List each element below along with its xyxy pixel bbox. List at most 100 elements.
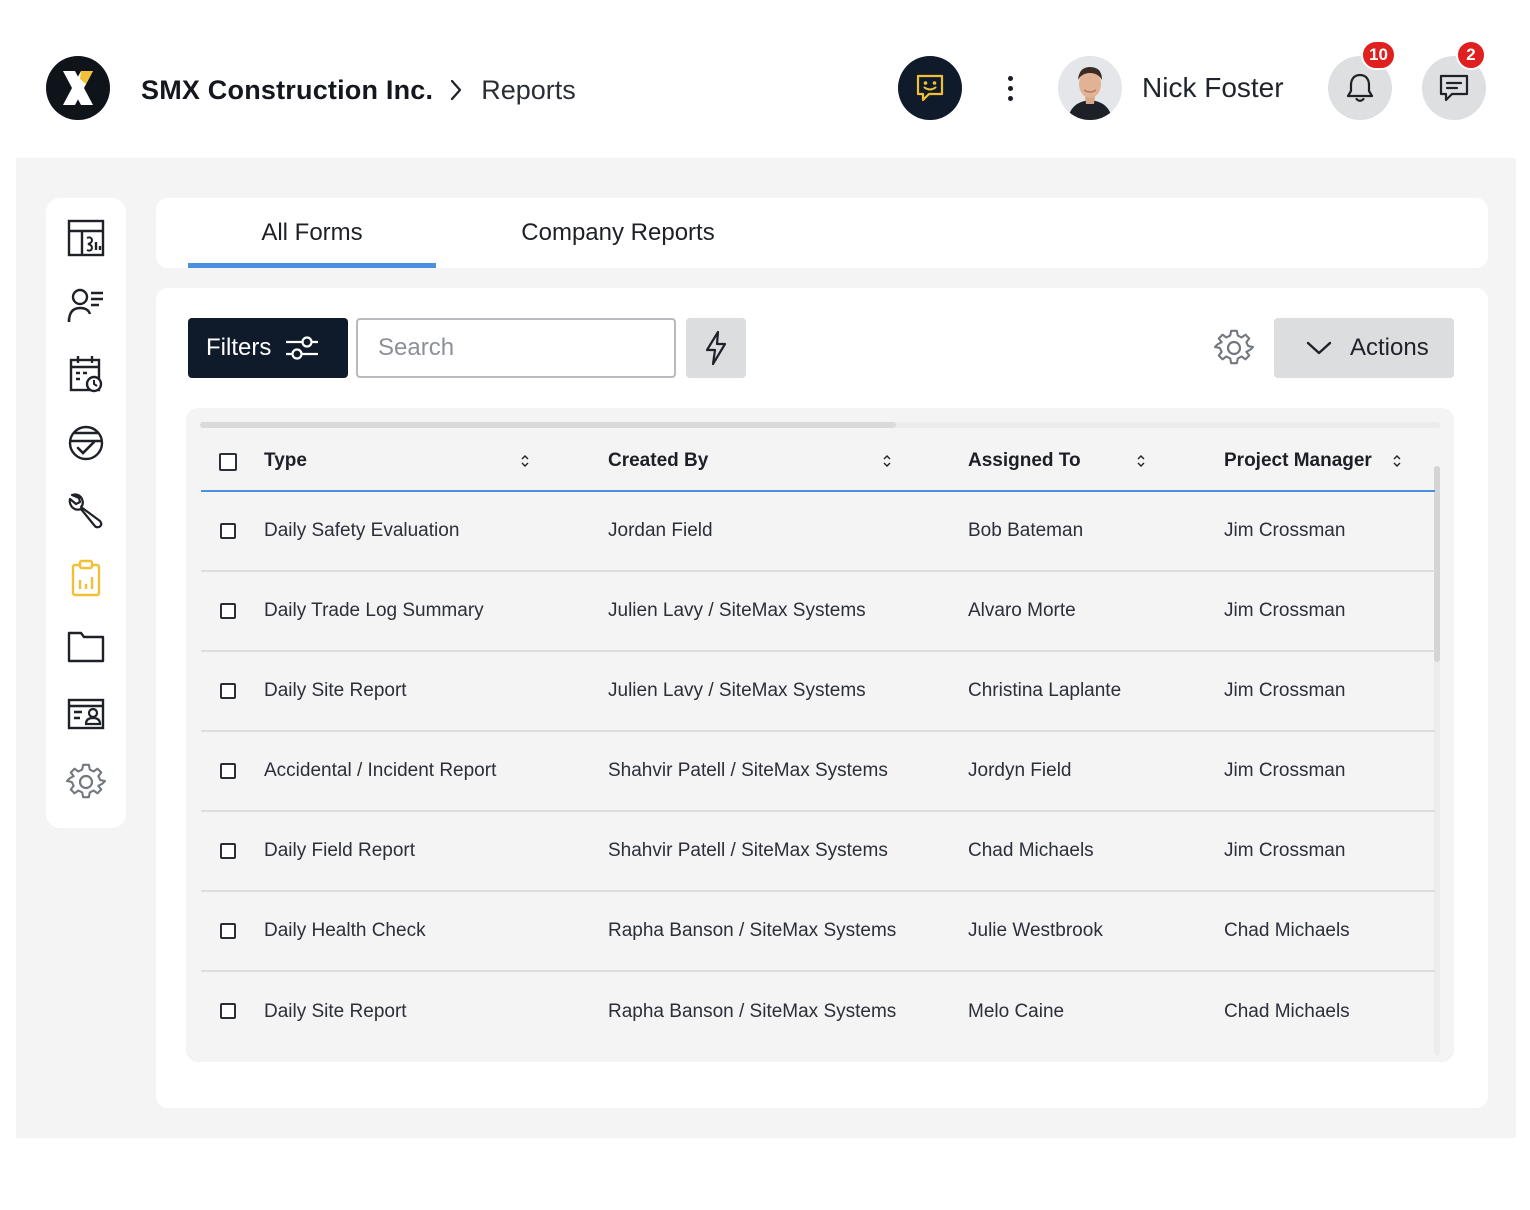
breadcrumb-current-page: Reports [481,74,576,105]
cell-assigned-to: Julie Westbrook [968,920,1103,941]
table-settings-button[interactable] [1212,326,1256,370]
sidebar-item-reports[interactable] [64,556,108,600]
app-logo[interactable] [46,56,110,120]
cell-created-by: Julien Lavy / SiteMax Systems [608,680,866,701]
cell-assigned-to: Alvaro Morte [968,600,1076,621]
tabs-bar: All Forms Company Reports [156,198,1488,268]
quick-actions-button[interactable] [686,318,746,378]
assistant-chat-button[interactable] [898,56,962,120]
settings-gear-icon [66,763,106,799]
cell-type: Daily Site Report [264,1001,407,1022]
logo-x-icon [63,71,93,105]
contacts-icon [67,288,103,323]
search-input[interactable] [356,318,676,378]
cell-project-manager: Jim Crossman [1224,680,1346,701]
cell-assigned-to: Melo Caine [968,1001,1065,1022]
row-checkbox[interactable] [220,763,236,779]
column-header-assigned-to[interactable]: Assigned To [968,432,1081,490]
table-row[interactable]: Daily Site Report Julien Lavy / SiteMax … [201,652,1435,732]
sidebar-item-settings[interactable] [64,760,108,804]
column-header-type[interactable]: Type [264,432,307,490]
table-header: Type Created By Assigned To Project Mana… [201,432,1435,492]
cell-created-by: Julien Lavy / SiteMax Systems [608,600,866,621]
sidebar-item-tools[interactable] [64,488,108,532]
inspection-icon [68,425,104,461]
cell-project-manager: Jim Crossman [1224,520,1346,541]
sidebar-item-personnel[interactable] [64,692,108,736]
row-checkbox[interactable] [220,603,236,619]
breadcrumb-company[interactable]: SMX Construction Inc. [141,75,433,106]
column-header-created-by[interactable]: Created By [608,432,708,490]
tab-label: All Forms [261,219,363,246]
user-name[interactable]: Nick Foster [1142,72,1284,104]
table-row[interactable]: Daily Trade Log Summary Julien Lavy / Si… [201,572,1435,652]
cell-project-manager: Chad Michaels [1224,1001,1350,1022]
actions-dropdown[interactable]: Actions [1274,318,1454,378]
user-avatar-image [1058,56,1122,120]
sidebar-nav [46,198,126,828]
wrench-icon [68,493,103,529]
sort-project-manager-icon[interactable] [1391,432,1403,490]
breadcrumb: SMX Construction Inc. Reports [141,70,576,110]
gear-icon [1214,329,1254,365]
horizontal-scrollbar[interactable] [200,422,1440,428]
sidebar-item-dashboard[interactable] [64,216,108,260]
sort-created-by-icon[interactable] [881,432,893,490]
row-checkbox[interactable] [220,923,236,939]
column-header-project-manager[interactable]: Project Manager [1224,432,1372,490]
table-row[interactable]: Daily Field Report Shahvir Patell / Site… [201,812,1435,892]
row-checkbox[interactable] [220,523,236,539]
chevron-down-icon [1306,341,1332,355]
row-checkbox[interactable] [220,843,236,859]
sliders-icon [286,336,319,360]
cell-type: Daily Trade Log Summary [264,600,484,621]
bell-icon [1346,73,1374,102]
filters-button[interactable]: Filters [188,318,348,378]
chevron-right-icon [449,79,463,101]
table-row[interactable]: Daily Health Check Rapha Banson / SiteMa… [201,892,1435,972]
more-options-icon[interactable] [996,70,1024,106]
cell-project-manager: Jim Crossman [1224,840,1346,861]
messages-count-badge: 2 [1456,40,1486,70]
cell-assigned-to: Bob Bateman [968,520,1084,541]
schedule-icon [69,356,103,393]
sidebar-item-contacts[interactable] [64,284,108,328]
tab-label: Company Reports [521,219,715,246]
sidebar-item-inspections[interactable] [64,420,108,464]
cell-created-by: Rapha Banson / SiteMax Systems [608,1001,897,1022]
notifications-count-badge: 10 [1361,40,1396,70]
table-row[interactable]: Accidental / Incident Report Shahvir Pat… [201,732,1435,812]
tab-company-reports[interactable]: Company Reports [496,198,740,268]
table-row[interactable]: Daily Site Report Rapha Banson / SiteMax… [201,972,1435,1052]
cell-assigned-to: Christina Laplante [968,680,1122,701]
cell-type: Daily Field Report [264,840,415,861]
table-row[interactable]: Daily Safety Evaluation Jordan Field Bob… [201,492,1435,572]
cell-created-by: Jordan Field [608,520,713,541]
dashboard-icon [67,219,105,257]
cell-created-by: Shahvir Patell / SiteMax Systems [608,760,888,781]
cell-created-by: Shahvir Patell / SiteMax Systems [608,840,888,861]
cell-created-by: Rapha Banson / SiteMax Systems [608,920,897,941]
cell-type: Accidental / Incident Report [264,760,497,781]
row-checkbox[interactable] [220,683,236,699]
cell-type: Daily Site Report [264,680,407,701]
assistant-chat-icon [916,74,944,102]
sidebar-item-files[interactable] [64,624,108,668]
forms-table: Type Created By Assigned To Project Mana… [186,408,1454,1062]
id-card-icon [67,698,105,730]
sort-assigned-to-icon[interactable] [1135,432,1147,490]
cell-assigned-to: Jordyn Field [968,760,1072,781]
sort-type-icon[interactable] [519,432,531,490]
select-all-checkbox[interactable] [219,453,237,471]
tab-all-forms[interactable]: All Forms [188,198,436,268]
row-checkbox[interactable] [220,1003,236,1019]
lightning-icon [705,330,727,366]
filters-label: Filters [206,334,272,361]
cell-project-manager: Chad Michaels [1224,920,1350,941]
folder-icon [67,631,105,663]
avatar[interactable] [1058,56,1122,120]
horizontal-scroll-thumb[interactable] [200,422,896,428]
reports-clipboard-icon [71,559,101,597]
cell-assigned-to: Chad Michaels [968,840,1094,861]
sidebar-item-schedule[interactable] [64,352,108,396]
